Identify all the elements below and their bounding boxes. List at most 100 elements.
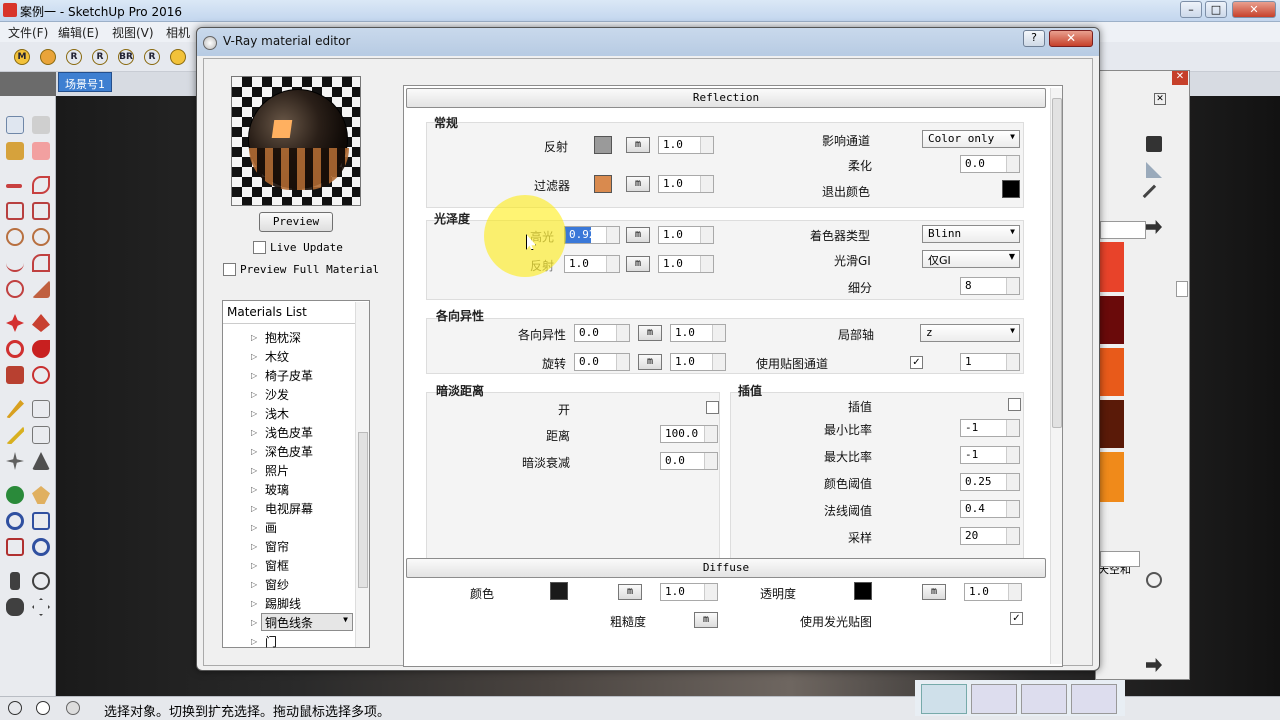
highlight-gloss-spinner[interactable]: 0.92 (564, 226, 620, 244)
dimension-tool-icon[interactable] (32, 400, 50, 418)
tape-measure-icon[interactable] (6, 400, 24, 418)
toolbar-icon-tag[interactable] (170, 49, 186, 65)
toolbar-icon-m[interactable]: M (14, 49, 30, 65)
details-arrow-icon[interactable] (1146, 220, 1162, 234)
color-threshold-spinner[interactable]: 0.25 (960, 473, 1020, 491)
diffuse-section-header[interactable]: Diffuse (406, 558, 1046, 578)
arc-tool-icon[interactable] (6, 254, 24, 272)
highlight-map-button[interactable]: m (626, 227, 650, 243)
material-item[interactable]: 浅木 (265, 405, 289, 422)
material-item-selected[interactable]: 铜色线条 (265, 614, 313, 631)
params-scroll-thumb[interactable] (1052, 98, 1062, 428)
dialog-close-button[interactable]: ✕ (1049, 30, 1093, 47)
material-item[interactable]: 窗纱 (265, 576, 289, 593)
filter-mult-spinner[interactable]: 1.0 (658, 175, 714, 193)
material-item[interactable]: 浅色皮革 (265, 424, 313, 441)
reflection-section-header[interactable]: Reflection (406, 88, 1046, 108)
material-item[interactable]: 抱枕深 (265, 329, 301, 346)
material-item[interactable]: 深色皮革 (265, 443, 313, 460)
rotated-rectangle-icon[interactable] (32, 202, 50, 220)
anisotropy-mult-spinner[interactable]: 1.0 (670, 324, 726, 342)
help-button[interactable]: ? (1023, 30, 1045, 47)
section-plane-icon[interactable] (32, 598, 50, 616)
material-swatch[interactable] (1100, 400, 1124, 448)
material-swatch[interactable] (1100, 296, 1124, 344)
live-update-checkbox[interactable] (253, 241, 266, 254)
menu-file[interactable]: 文件(F) (8, 24, 48, 41)
affect-channels-select[interactable]: Color only (922, 130, 1020, 148)
soften-spinner[interactable]: 0.0 (960, 155, 1020, 173)
text-tool-icon[interactable] (32, 426, 50, 444)
component-thumb[interactable] (921, 684, 967, 714)
zoom-window-icon[interactable] (32, 512, 50, 530)
toolbar-icon-material[interactable] (40, 49, 56, 65)
smooth-gi-select[interactable]: 仅GI (922, 250, 1020, 268)
material-swatch[interactable] (1100, 348, 1124, 396)
local-axis-select[interactable]: z (920, 324, 1020, 342)
tray-scroll-thumb[interactable] (1176, 281, 1188, 297)
rotation-mult-spinner[interactable]: 1.0 (670, 353, 726, 371)
eyedropper-icon[interactable] (1142, 184, 1166, 208)
material-item[interactable]: 木纹 (265, 348, 289, 365)
roughness-map-button[interactable]: m (694, 612, 718, 628)
paint-bucket-icon[interactable] (6, 142, 24, 160)
material-item[interactable]: 电视屏幕 (265, 500, 313, 517)
gloss-reflect-map-button[interactable]: m (626, 256, 650, 272)
create-material-icon[interactable] (1146, 136, 1162, 152)
app-close-button[interactable]: ✕ (1232, 1, 1276, 18)
reflect-color-swatch[interactable] (594, 136, 612, 154)
toolbar-icon-r1[interactable]: R (66, 49, 82, 65)
menu-camera[interactable]: 相机 (166, 24, 190, 41)
dim-falloff-spinner[interactable]: 0.0 (660, 452, 718, 470)
menu-edit[interactable]: 编辑(E) (58, 24, 99, 41)
axes-tool-icon[interactable] (6, 452, 24, 470)
anisotropy-spinner[interactable]: 0.0 (574, 324, 630, 342)
minimize-button[interactable]: – (1180, 1, 1202, 18)
3d-text-icon[interactable] (32, 452, 50, 470)
tray-input[interactable] (1100, 551, 1140, 567)
material-item[interactable]: 玻璃 (265, 481, 289, 498)
material-item[interactable]: 窗框 (265, 557, 289, 574)
diffuse-mult-spinner[interactable]: 1.0 (660, 583, 718, 601)
look-around-icon[interactable] (32, 572, 50, 590)
pushpull-tool-icon[interactable] (32, 314, 50, 332)
toolbar-icon-r2[interactable]: R (92, 49, 108, 65)
material-item[interactable]: 门 (265, 633, 277, 650)
normal-threshold-spinner[interactable]: 0.4 (960, 500, 1020, 518)
tray-dropdown[interactable] (1100, 221, 1146, 239)
gloss-reflect-mult-spinner[interactable]: 1.0 (658, 255, 714, 273)
brdf-select[interactable]: Blinn (922, 225, 1020, 243)
scale-tool-icon[interactable] (6, 366, 24, 384)
diffuse-color-swatch[interactable] (550, 582, 568, 600)
pie-tool-icon[interactable] (6, 280, 24, 298)
menu-view[interactable]: 视图(V) (112, 24, 154, 41)
rectangle-tool-icon[interactable] (6, 202, 24, 220)
refresh-icon[interactable] (1146, 572, 1162, 588)
orbit-tool-icon[interactable] (6, 486, 24, 504)
min-rate-spinner[interactable]: -1 (960, 419, 1020, 437)
toolbar-icon-r3[interactable]: R (144, 49, 160, 65)
material-item[interactable]: 椅子皮革 (265, 367, 313, 384)
highlight-mult-spinner[interactable]: 1.0 (658, 226, 714, 244)
interpolation-checkbox[interactable] (1008, 398, 1021, 411)
gloss-reflect-spinner[interactable]: 1.0 (564, 255, 620, 273)
transparency-mult-spinner[interactable]: 1.0 (964, 583, 1022, 601)
component-thumb[interactable] (1071, 684, 1117, 714)
info-icon[interactable] (36, 701, 50, 715)
samples-spinner[interactable]: 20 (960, 527, 1020, 545)
scene-tab[interactable]: 场景号1 (58, 72, 112, 92)
material-swatch[interactable] (1100, 242, 1124, 292)
move-tool-icon[interactable] (6, 314, 24, 332)
previous-view-icon[interactable] (32, 538, 50, 556)
diffuse-map-button[interactable]: m (618, 584, 642, 600)
circle-tool-icon[interactable] (6, 228, 24, 246)
preview-full-checkbox[interactable] (223, 263, 236, 276)
materials-scroll-thumb[interactable] (358, 432, 368, 588)
component-thumb[interactable] (971, 684, 1017, 714)
select-tool-icon[interactable] (6, 116, 24, 134)
reflect-mult-spinner[interactable]: 1.0 (658, 136, 714, 154)
material-item[interactable]: 窗帘 (265, 538, 289, 555)
freehand-tool-icon[interactable] (32, 176, 50, 194)
pan-tool-icon[interactable] (32, 486, 50, 504)
maximize-button[interactable]: □ (1205, 1, 1227, 18)
